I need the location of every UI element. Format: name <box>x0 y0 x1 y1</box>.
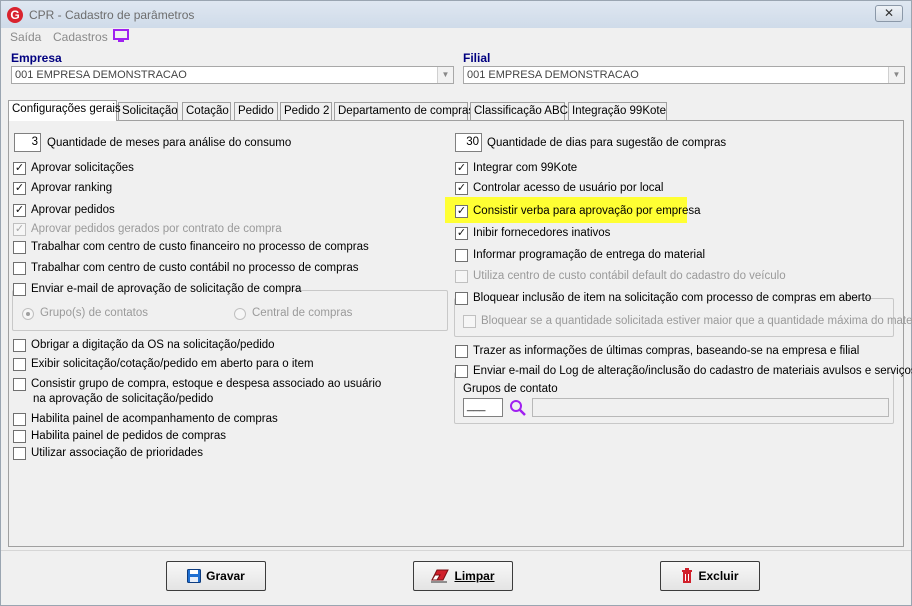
checkbox-label: Consistir grupo de compra, estoque e des… <box>31 378 382 390</box>
excluir-button[interactable]: Excluir <box>660 561 760 591</box>
eraser-icon <box>431 569 450 583</box>
excluir-label: Excluir <box>698 569 739 583</box>
checkbox-label: Habilita painel de pedidos de compras <box>31 430 226 442</box>
window-title: CPR - Cadastro de parâmetros <box>29 8 195 22</box>
checkbox-label: Trabalhar com centro de custo contábil n… <box>31 262 359 274</box>
dias-label: Quantidade de dias para sugestão de comp… <box>487 137 727 149</box>
tab-classificacao-abc[interactable]: Classificação ABC <box>470 102 568 120</box>
checkbox-box[interactable]: ✓ <box>455 205 468 218</box>
checkbox-enviar-email-log[interactable]: Enviar e-mail do Log de alteração/inclus… <box>455 364 912 380</box>
tab-solicitacao[interactable]: Solicitação <box>118 102 178 120</box>
bottom-divider <box>1 550 911 551</box>
checkbox-box[interactable]: ✓ <box>455 182 468 195</box>
checkbox-label: Obrigar a digitação da OS na solicitação… <box>31 339 275 351</box>
gravar-button[interactable]: Gravar <box>166 561 266 591</box>
checkbox-label: Enviar e-mail do Log de alteração/inclus… <box>473 365 912 377</box>
checkbox-label: Enviar e-mail de aprovação de solicitaçã… <box>31 283 302 295</box>
checkbox-label: Controlar acesso de usuário por local <box>473 182 664 194</box>
empresa-value: 001 EMPRESA DEMONSTRACAO <box>15 69 187 81</box>
save-icon <box>187 569 202 583</box>
radio-label: Grupo(s) de contatos <box>40 307 149 319</box>
checkbox-bloquear-inclusao[interactable]: Bloquear inclusão de item na solicitação… <box>455 291 871 307</box>
checkbox-box[interactable] <box>13 430 26 443</box>
checkbox-box[interactable]: ✓ <box>455 227 468 240</box>
title-bar: G CPR - Cadastro de parâmetros ✕ <box>1 1 911 28</box>
gravar-label: Gravar <box>206 569 245 583</box>
checkbox-box[interactable] <box>13 339 26 352</box>
menu-cadastros[interactable]: Cadastros <box>53 30 108 44</box>
menu-saida[interactable]: Saída <box>10 30 41 44</box>
checkbox-label: Habilita painel de acompanhamento de com… <box>31 413 278 425</box>
checkbox-box[interactable] <box>13 358 26 371</box>
menu-bar: Saída Cadastros <box>1 28 911 46</box>
checkbox-label: Informar programação de entrega do mater… <box>473 249 706 261</box>
monitor-icon[interactable] <box>113 29 129 43</box>
filial-select[interactable]: 001 EMPRESA DEMONSTRACAO ▼ <box>463 66 905 84</box>
grupos-contato-label: Grupos de contato <box>463 383 558 395</box>
meses-input[interactable]: 3 <box>14 133 41 152</box>
tab-pedido[interactable]: Pedido <box>234 102 278 120</box>
close-button[interactable]: ✕ <box>875 5 903 22</box>
checkbox-box[interactable] <box>13 378 26 391</box>
radio-circle <box>234 308 246 320</box>
tab-pedido-2[interactable]: Pedido 2 <box>280 102 332 120</box>
search-icon[interactable] <box>509 399 527 417</box>
checkbox-label: Aprovar pedidos gerados por contrato de … <box>31 223 282 235</box>
grupos-contato-description-input <box>532 398 889 417</box>
checkbox-box[interactable] <box>455 292 468 305</box>
radio-label: Central de compras <box>252 307 353 319</box>
chevron-down-icon[interactable]: ▼ <box>888 67 904 83</box>
checkbox-box[interactable] <box>455 365 468 378</box>
checkbox-label: Trabalhar com centro de custo financeiro… <box>31 241 369 253</box>
checkbox-box[interactable] <box>13 262 26 275</box>
tab-integracao-99kote[interactable]: Integração 99Kote <box>568 102 667 120</box>
checkbox-label: Aprovar pedidos <box>31 204 115 216</box>
checkbox-label: Trazer as informações de últimas compras… <box>473 345 860 357</box>
checkbox-label: Utilizar associação de prioridades <box>31 447 203 459</box>
checkbox-box[interactable] <box>13 413 26 426</box>
checkbox-label: Bloquear inclusão de item na solicitação… <box>473 292 872 304</box>
filial-label: Filial <box>463 51 491 65</box>
checkbox-label: Integrar com 99Kote <box>473 162 578 174</box>
checkbox-label: Exibir solicitação/cotação/pedido em abe… <box>31 358 314 370</box>
app-logo-icon: G <box>7 7 23 23</box>
tab-cotacao[interactable]: Cotação <box>182 102 231 120</box>
checkbox-box[interactable] <box>13 241 26 254</box>
checkbox-box[interactable]: ✓ <box>13 162 26 175</box>
checkbox-box[interactable] <box>13 283 26 296</box>
checkbox-label: Bloquear se a quantidade solicitada esti… <box>481 315 912 327</box>
limpar-label: Limpar <box>454 569 495 583</box>
checkbox-label: Aprovar solicitações <box>31 162 134 174</box>
empresa-label: Empresa <box>11 51 62 65</box>
grupos-contato-code-input[interactable]: ___ <box>463 398 503 417</box>
filial-value: 001 EMPRESA DEMONSTRACAO <box>467 69 639 81</box>
limpar-button[interactable]: Limpar <box>413 561 513 591</box>
checkbox-box <box>463 315 476 328</box>
checkbox-box[interactable]: ✓ <box>13 204 26 217</box>
checkbox-label: Consistir verba para aprovação por empre… <box>473 205 701 217</box>
main-window: G CPR - Cadastro de parâmetros ✕ Saída C… <box>0 0 912 606</box>
checkbox-label: Utiliza centro de custo contábil default… <box>473 270 786 282</box>
checkbox-box[interactable]: ✓ <box>13 182 26 195</box>
checkbox-box[interactable] <box>455 249 468 262</box>
checkbox-label: Aprovar ranking <box>31 182 113 194</box>
dias-input[interactable]: 30 <box>455 133 482 152</box>
checkbox-box[interactable]: ✓ <box>455 162 468 175</box>
empresa-select[interactable]: 001 EMPRESA DEMONSTRACAO ▼ <box>11 66 454 84</box>
checkbox-box[interactable] <box>13 447 26 460</box>
tab-departamento-compras[interactable]: Departamento de compras <box>334 102 474 120</box>
checkbox-box[interactable] <box>455 345 468 358</box>
checkbox-box <box>455 270 468 283</box>
checkbox-box: ✓ <box>13 223 26 236</box>
tab-configuracoes-gerais[interactable]: Configurações gerais <box>8 100 121 121</box>
checkbox-label: Inibir fornecedores inativos <box>473 227 611 239</box>
checkbox-enviar-email-aprovacao[interactable]: Enviar e-mail de aprovação de solicitaçã… <box>13 282 301 298</box>
radio-circle <box>22 308 34 320</box>
trash-icon <box>682 568 693 583</box>
meses-label: Quantidade de meses para análise do cons… <box>47 137 292 149</box>
consistir-label-line2: na aprovação de solicitação/pedido <box>33 393 214 405</box>
chevron-down-icon[interactable]: ▼ <box>437 67 453 83</box>
